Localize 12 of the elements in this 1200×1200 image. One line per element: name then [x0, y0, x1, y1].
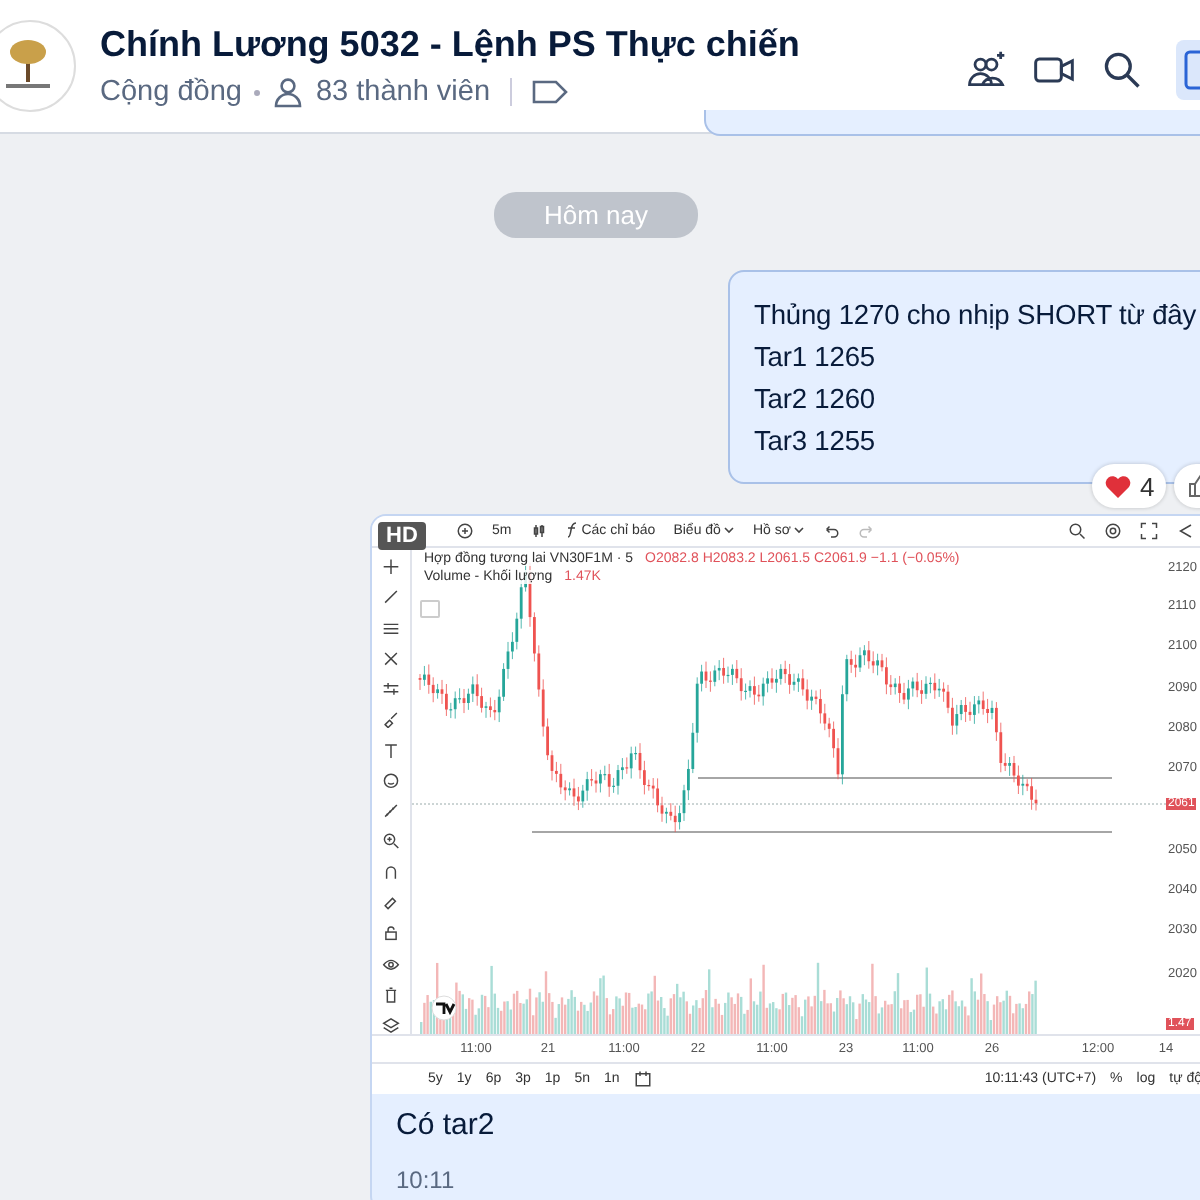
message-text: Tar3 1255: [754, 426, 877, 458]
member-count[interactable]: 83 thành viên: [315, 76, 491, 108]
message-text: Tar2 1260: [754, 384, 877, 416]
heart-reaction[interactable]: 4: [1092, 464, 1167, 508]
community-label: Cộng đồng: [100, 76, 242, 108]
date-divider: Hôm nay: [494, 192, 699, 238]
hd-badge: HD: [378, 522, 426, 550]
message-text: Thủng 1270 cho nhịp SHORT từ đây: [754, 300, 1199, 332]
message-time: 10:11: [394, 1164, 457, 1198]
chat-title: Chính Lương 5032 - Lệnh PS Thực chiến: [100, 24, 800, 66]
message-text: Tar1 1265: [754, 342, 877, 374]
message-text: Có tar2: [394, 1106, 497, 1142]
